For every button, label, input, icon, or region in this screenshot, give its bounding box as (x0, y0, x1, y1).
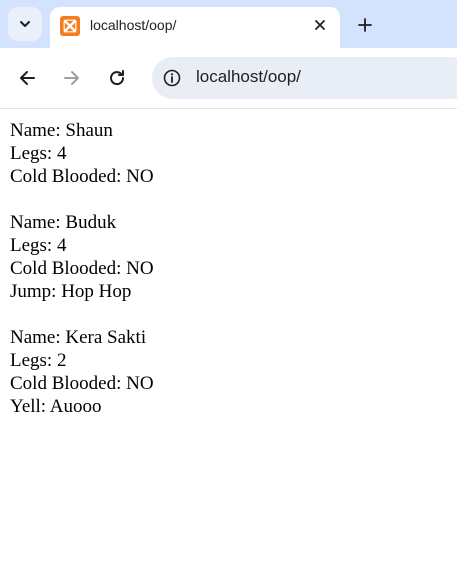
animal-legs: Legs: 4 (10, 235, 67, 256)
tab-close-button[interactable] (310, 15, 330, 35)
plus-icon (358, 18, 372, 32)
animal-cold-blooded: Cold Blooded: NO (10, 373, 154, 394)
site-info-button[interactable] (161, 67, 183, 89)
animal-cold-blooded: Cold Blooded: NO (10, 258, 154, 279)
active-tab[interactable]: localhost/oop/ (50, 7, 340, 48)
animal-name: Name: Kera Sakti (10, 327, 147, 348)
reload-icon (110, 70, 125, 86)
animal-legs: Legs: 2 (10, 350, 67, 371)
animal-legs: Legs: 4 (10, 143, 67, 164)
arrow-right-icon (64, 71, 79, 85)
reload-button[interactable] (104, 65, 130, 91)
page-content: Name: Shaun Legs: 4 Cold Blooded: NO Nam… (0, 109, 457, 418)
close-icon (315, 20, 325, 30)
chevron-down-icon (20, 21, 30, 27)
tab-title: localhost/oop/ (90, 17, 177, 33)
new-tab-button[interactable] (352, 12, 378, 38)
animal-action: Jump: Hop Hop (10, 281, 132, 302)
forward-button[interactable] (59, 65, 85, 91)
navigation-toolbar: localhost/oop/ (0, 48, 457, 109)
tab-search-button[interactable] (8, 7, 42, 41)
tab-strip: localhost/oop/ (0, 0, 457, 48)
animal-action: Yell: Auooo (10, 396, 102, 417)
back-button[interactable] (14, 65, 40, 91)
animal-cold-blooded: Cold Blooded: NO (10, 166, 154, 187)
url-text[interactable]: localhost/oop/ (196, 67, 301, 87)
arrow-left-icon (20, 71, 35, 85)
animal-record: Name: Shaun Legs: 4 Cold Blooded: NO (10, 119, 457, 188)
xampp-favicon-icon (60, 16, 80, 36)
animal-name: Name: Buduk (10, 212, 117, 233)
info-icon (163, 69, 181, 87)
address-bar[interactable]: localhost/oop/ (152, 57, 457, 99)
animal-record: Name: Kera Sakti Legs: 2 Cold Blooded: N… (10, 326, 457, 418)
animal-name: Name: Shaun (10, 120, 113, 141)
animal-record: Name: Buduk Legs: 4 Cold Blooded: NO Jum… (10, 211, 457, 303)
